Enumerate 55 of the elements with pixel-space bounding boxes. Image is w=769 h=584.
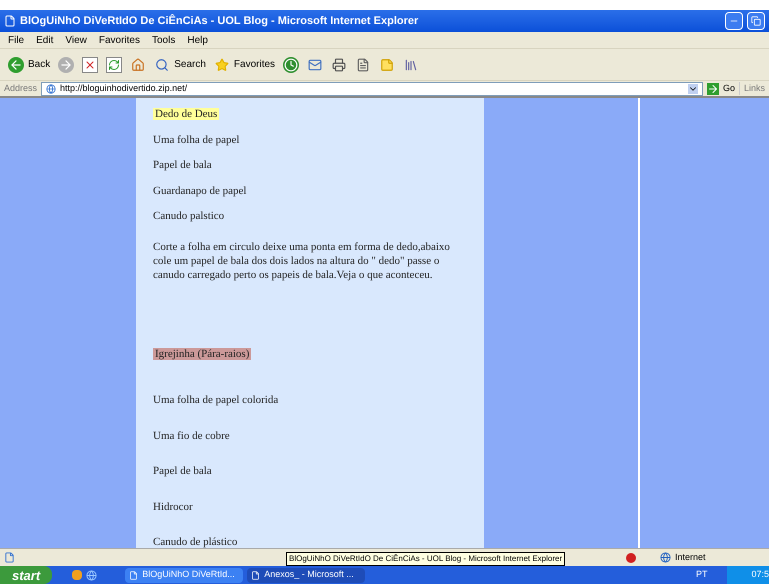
material-item: Hidrocor bbox=[153, 500, 194, 514]
links-label[interactable]: Links bbox=[738, 82, 765, 96]
material-item: Uma folha de papel colorida bbox=[153, 393, 280, 408]
restore-icon bbox=[751, 16, 761, 26]
window-title: BlOgUiNhO DiVeRtIdO De CiÊnCiAs - UOL Blog - Microsoft Internet Explorer bbox=[20, 13, 420, 29]
material-item: Canudo de plástico bbox=[153, 535, 238, 548]
menu-item[interactable]: View bbox=[65, 32, 87, 48]
instructions-paragraph: Corte a folha em circulo deixe uma ponta em forma de dedo,abaixo cole um papel de bala dos dois lados na altura do " dedo" passe o canudo carregado perto os papeis de bala.Veja o que aconteceu. bbox=[153, 240, 451, 282]
window-icon bbox=[4, 15, 16, 27]
search-icon bbox=[154, 56, 170, 72]
language-indicator[interactable]: PT bbox=[696, 568, 708, 582]
material-item: Uma folha de papel bbox=[153, 132, 240, 148]
address-label: Address bbox=[4, 82, 38, 95]
minimize-button[interactable] bbox=[725, 12, 743, 30]
section-heading: Dedo de Deus bbox=[153, 108, 220, 120]
menu-item[interactable]: File bbox=[8, 32, 24, 48]
history-icon[interactable] bbox=[283, 56, 300, 72]
browser-icon[interactable] bbox=[86, 570, 98, 580]
toolbar-button[interactable]: Favorites bbox=[214, 56, 276, 72]
window-icon bbox=[251, 570, 260, 580]
restore-button[interactable] bbox=[747, 12, 765, 30]
taskbar-button[interactable]: Anexos_ - Microsoft ... bbox=[247, 568, 366, 582]
refresh-icon[interactable] bbox=[106, 56, 122, 72]
taskbar-button[interactable]: BlOgUiNhO DiVeRtId... bbox=[125, 568, 244, 582]
toolbar-button[interactable]: Back bbox=[8, 56, 50, 72]
printer-icon[interactable] bbox=[331, 56, 348, 72]
stop-icon[interactable] bbox=[82, 56, 98, 72]
go-button[interactable]: Go bbox=[706, 82, 735, 96]
star-icon bbox=[214, 56, 230, 72]
document-icon[interactable] bbox=[355, 56, 372, 72]
menu-item[interactable]: Help bbox=[187, 32, 208, 48]
forward-arrow-icon[interactable] bbox=[58, 56, 74, 72]
toolbar-button[interactable]: Search bbox=[154, 56, 206, 72]
page-icon bbox=[4, 552, 15, 563]
tooltip: BlOgUiNhO DiVeRtIdO De CiÊnCiAs - UOL Blog - Microsoft Internet Explorer bbox=[286, 552, 566, 566]
page-icon bbox=[46, 84, 56, 94]
globe-icon bbox=[660, 552, 671, 563]
section-heading: Igrejinha (Pára-raios) bbox=[153, 348, 252, 360]
material-item: Canudo palstico bbox=[153, 209, 226, 224]
material-item: Papel de bala bbox=[153, 464, 213, 479]
dropdown-icon[interactable] bbox=[688, 84, 698, 94]
home-icon[interactable] bbox=[130, 56, 146, 72]
quick-launch-icon[interactable] bbox=[72, 570, 82, 580]
window-icon bbox=[129, 570, 138, 580]
material-item: Uma fio de cobre bbox=[153, 428, 231, 444]
material-item: Papel de bala bbox=[153, 158, 213, 173]
security-icon bbox=[626, 552, 636, 562]
start-button[interactable]: start bbox=[0, 566, 52, 584]
zone-label: Internet bbox=[675, 550, 707, 564]
menu-item[interactable]: Favorites bbox=[98, 32, 140, 48]
material-item: Guardanapo de papel bbox=[153, 184, 248, 198]
address-field[interactable]: http://bloguinhodivertido.zip.net/ bbox=[41, 82, 703, 96]
menu-item[interactable]: Tools bbox=[152, 32, 176, 48]
tray-clock: 07:5 bbox=[727, 566, 769, 584]
menu-item[interactable]: Edit bbox=[36, 32, 54, 48]
